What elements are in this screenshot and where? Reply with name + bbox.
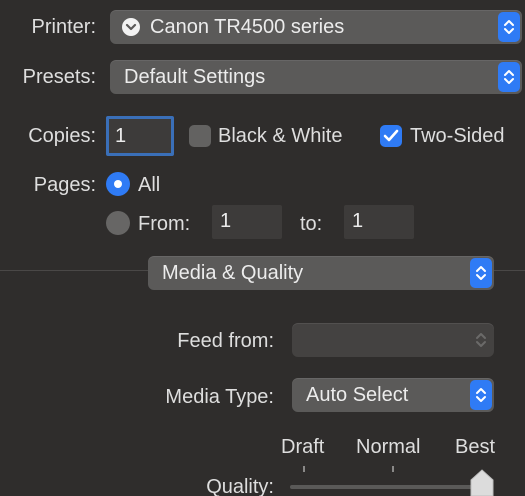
quality-best-label: Best: [455, 436, 496, 458]
quality-draft-label: Draft: [281, 436, 325, 458]
pages-all-radio[interactable]: [106, 172, 130, 196]
media-type-chevron-icon: [470, 380, 492, 410]
media-type-label: Media Type:: [165, 386, 274, 408]
feed-from-chevron-icon: [470, 325, 492, 355]
pages-from-radio[interactable]: [106, 211, 130, 235]
presets-chevron-icon: [498, 62, 520, 92]
print-dialog: Printer: Canon TR4500 series Presets: De…: [0, 0, 525, 496]
copies-label: Copies:: [28, 125, 96, 147]
quality-label: Quality:: [206, 476, 274, 496]
section-value: Media & Quality: [162, 262, 304, 284]
presets-value: Default Settings: [124, 66, 266, 88]
section-popup[interactable]: Media & Quality: [148, 256, 494, 290]
printer-status-icon: [122, 18, 140, 36]
copies-field[interactable]: 1: [106, 116, 174, 156]
pages-to-field[interactable]: 1: [344, 205, 414, 239]
media-type-value: Auto Select: [306, 384, 409, 406]
media-type-popup[interactable]: Auto Select: [292, 378, 494, 412]
printer-popup[interactable]: Canon TR4500 series: [110, 10, 522, 44]
feed-from-popup[interactable]: [292, 323, 494, 357]
pages-label: Pages:: [33, 174, 96, 196]
two-sided-label: Two-Sided: [410, 125, 505, 147]
quality-tick-normal: [392, 466, 394, 472]
pages-from-field[interactable]: 1: [212, 205, 282, 239]
quality-tick-draft: [303, 466, 305, 472]
checkmark-icon: [383, 129, 399, 142]
presets-label: Presets:: [22, 66, 96, 88]
pages-from-label: From:: [138, 213, 191, 235]
quality-slider-track[interactable]: [290, 485, 490, 489]
pages-all-label: All: [138, 174, 161, 196]
section-chevron-icon: [470, 258, 492, 288]
two-sided-checkbox[interactable]: [380, 125, 402, 147]
presets-popup[interactable]: Default Settings: [110, 60, 522, 94]
printer-value: Canon TR4500 series: [150, 16, 345, 38]
black-white-label: Black & White: [218, 125, 343, 147]
quality-slider-thumb[interactable]: [468, 468, 496, 496]
printer-chevron-icon: [498, 12, 520, 42]
black-white-checkbox[interactable]: [189, 125, 211, 147]
printer-label: Printer:: [31, 16, 96, 38]
pages-to-label: to:: [300, 213, 323, 235]
feed-from-label: Feed from:: [177, 330, 274, 352]
quality-normal-label: Normal: [356, 436, 421, 458]
